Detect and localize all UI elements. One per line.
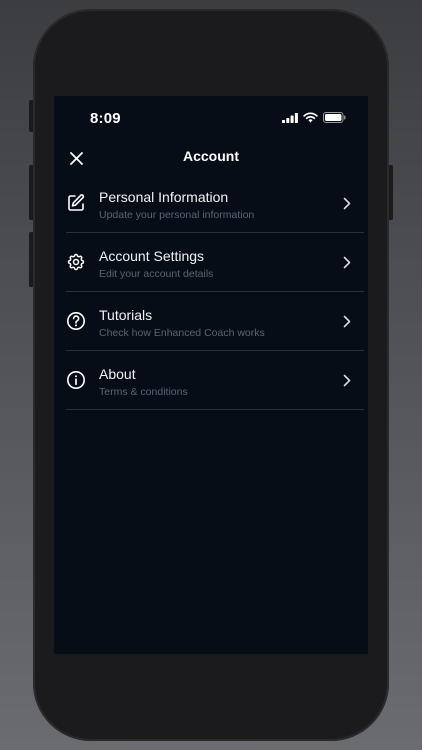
status-time: 8:09 (90, 110, 121, 127)
chevron-right-icon (342, 196, 352, 210)
menu-item-account-settings[interactable]: Account Settings Edit your account detai… (66, 233, 364, 292)
status-icons (282, 112, 346, 123)
app-screen: 8:09 Account Personal Information Update… (54, 96, 368, 654)
info-circle-icon (66, 370, 86, 390)
question-circle-icon (66, 311, 86, 331)
menu-item-subtitle: Check how Enhanced Coach works (99, 327, 265, 339)
edit-icon (66, 193, 86, 213)
status-bar: 8:09 (54, 96, 368, 140)
cellular-signal-icon (282, 112, 298, 123)
menu-item-title: Account Settings (99, 248, 205, 264)
battery-icon (323, 112, 346, 123)
chevron-right-icon (342, 314, 352, 328)
menu-item-about[interactable]: About Terms & conditions (66, 351, 364, 410)
navigation-bar: Account (54, 140, 368, 172)
menu-item-subtitle: Edit your account details (99, 268, 214, 280)
menu-item-subtitle: Terms & conditions (99, 386, 188, 398)
menu-item-subtitle: Update your personal information (99, 209, 255, 221)
chevron-right-icon (342, 255, 352, 269)
chevron-right-icon (342, 373, 352, 387)
wifi-icon (303, 112, 318, 123)
account-menu-list: Personal Information Update your persona… (66, 174, 364, 410)
menu-item-title: Tutorials (99, 307, 153, 323)
page-title: Account (183, 148, 239, 164)
menu-item-personal-information[interactable]: Personal Information Update your persona… (66, 174, 364, 233)
menu-item-title: About (99, 366, 136, 382)
menu-item-title: Personal Information (99, 189, 229, 205)
menu-item-tutorials[interactable]: Tutorials Check how Enhanced Coach works (66, 292, 364, 351)
gear-icon (66, 252, 86, 272)
